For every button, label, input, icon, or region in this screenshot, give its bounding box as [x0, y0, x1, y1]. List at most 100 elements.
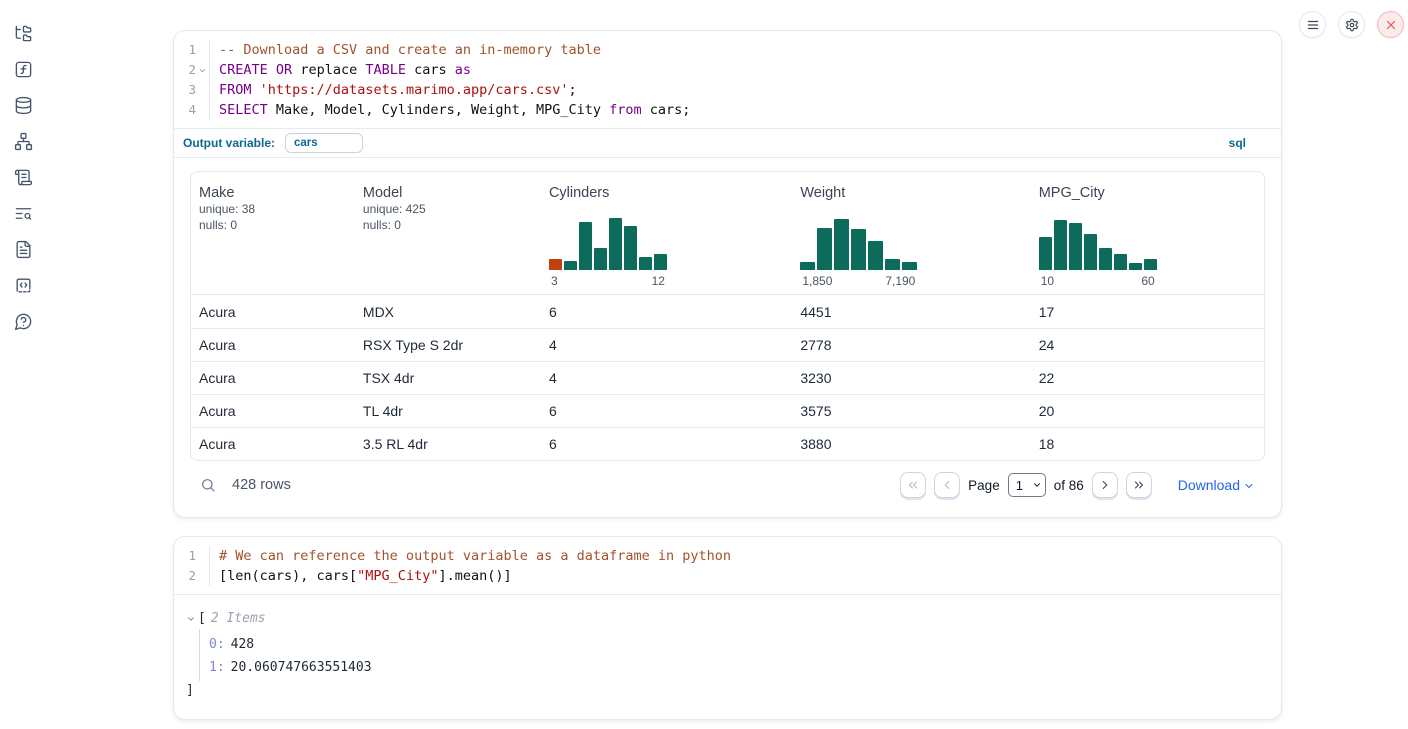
hist-bar: [624, 226, 637, 270]
table-cell: 6: [541, 304, 792, 320]
next-page-button[interactable]: [1092, 472, 1118, 498]
table-cell: Acura: [191, 304, 355, 320]
python-code-editor[interactable]: 1# We can reference the output variable …: [174, 537, 1281, 594]
database-icon[interactable]: [13, 95, 33, 115]
table-cell: 22: [1031, 370, 1264, 386]
sql-code-editor[interactable]: 1-- Download a CSV and create an in-memo…: [174, 31, 1281, 128]
line-number: 2: [174, 566, 196, 586]
hist-bar: [549, 259, 562, 270]
table-cell: 3575: [792, 403, 1030, 419]
hist-bar: [851, 229, 866, 270]
chevron-left-icon: [940, 478, 954, 492]
table-row[interactable]: AcuraTSX 4dr4323022: [191, 361, 1264, 394]
code-line[interactable]: 3FROM 'https://datasets.marimo.app/cars.…: [174, 80, 1281, 100]
prev-page-button[interactable]: [934, 472, 960, 498]
sql-cell: 1 -- Download a CSV and create an in-memo…: [173, 30, 1282, 518]
code-line[interactable]: 4SELECT Make, Model, Cylinders, Weight, …: [174, 100, 1281, 120]
hist-min-label: 10: [1041, 274, 1054, 288]
table-cell: 6: [541, 403, 792, 419]
column-histogram: 10 60: [1039, 218, 1256, 288]
search-icon[interactable]: [200, 477, 216, 493]
tree-close-bracket: ]: [186, 681, 1265, 701]
settings-button[interactable]: [1338, 11, 1365, 38]
page-select[interactable]: 1: [1008, 473, 1046, 497]
last-page-button[interactable]: [1126, 472, 1152, 498]
code-line[interactable]: 1-- Download a CSV and create an in-memo…: [174, 40, 1281, 60]
hist-bar: [579, 222, 592, 270]
fold-spacer: [196, 546, 209, 566]
line-number: 3: [174, 80, 196, 100]
page-label: Page: [968, 478, 1000, 493]
code-text: CREATE OR replace TABLE cars as: [209, 60, 471, 80]
menu-button[interactable]: [1299, 11, 1326, 38]
snippets-document-icon[interactable]: [13, 239, 33, 259]
shutdown-button[interactable]: [1377, 11, 1404, 38]
table-row[interactable]: AcuraTL 4dr6357520: [191, 394, 1264, 427]
table-row[interactable]: Acura3.5 RL 4dr6388018: [191, 427, 1264, 460]
logs-scroll-icon[interactable]: [13, 167, 33, 187]
file-tree-icon[interactable]: [13, 23, 33, 43]
left-sidebar: [0, 0, 46, 729]
column-stat: unique: 425: [363, 201, 533, 217]
code-line[interactable]: 2 CREATE OR replace TABLE cars as: [174, 60, 1281, 80]
hist-min-label: 3: [551, 274, 558, 288]
help-chat-icon[interactable]: [13, 311, 33, 331]
first-page-button[interactable]: [900, 472, 926, 498]
table-cell: 2778: [792, 337, 1030, 353]
python-cell: 1# We can reference the output variable …: [173, 536, 1282, 720]
column-header: Modelunique: 425nulls: 0: [355, 172, 541, 294]
fold-chevron-icon[interactable]: [196, 60, 209, 80]
tree-collapse-icon[interactable]: [186, 614, 196, 624]
text-search-icon[interactable]: [13, 203, 33, 223]
hist-bar: [639, 257, 652, 270]
column-header: MPG_City1060: [1031, 172, 1264, 294]
hist-bar: [902, 262, 917, 270]
code-line[interactable]: 1# We can reference the output variable …: [174, 546, 1281, 566]
hist-bar: [1144, 259, 1157, 270]
hist-max-label: 60: [1141, 274, 1154, 288]
table-body: AcuraMDX6445117AcuraRSX Type S 2dr427782…: [191, 295, 1264, 460]
table-cell: 4: [541, 337, 792, 353]
hist-max-label: 12: [652, 274, 665, 288]
line-number: 2: [174, 60, 196, 80]
code-text: -- Download a CSV and create an in-memor…: [209, 40, 601, 60]
output-variable-input[interactable]: [285, 133, 363, 153]
scratchpad-code-icon[interactable]: [13, 275, 33, 295]
histogram-bars: [1039, 218, 1157, 270]
menu-icon: [1306, 18, 1320, 32]
histogram-bars: [800, 218, 917, 270]
language-badge: sql: [1229, 136, 1246, 150]
download-button[interactable]: Download: [1178, 477, 1255, 493]
fold-spacer: [196, 80, 209, 100]
code-text: [len(cars), cars["MPG_City"].mean()]: [209, 566, 512, 586]
hist-bar: [1129, 263, 1142, 270]
code-line[interactable]: 2 [len(cars), cars["MPG_City"].mean()]: [174, 566, 1281, 586]
code-text: SELECT Make, Model, Cylinders, Weight, M…: [209, 100, 690, 120]
hist-bar: [1099, 248, 1112, 270]
column-title: Weight: [800, 185, 1022, 201]
function-square-icon[interactable]: [13, 59, 33, 79]
table-cell: Acura: [191, 337, 355, 353]
table-row[interactable]: AcuraMDX6445117: [191, 295, 1264, 328]
histogram-bars: [549, 218, 667, 270]
column-histogram: 3 12: [549, 218, 784, 288]
code-text: # We can reference the output variable a…: [209, 546, 731, 566]
hist-bar: [594, 248, 607, 270]
hist-min-label: 1,850: [802, 274, 832, 288]
tree-items: 0:428 1:20.060747663551403: [199, 629, 1265, 681]
table-row[interactable]: AcuraRSX Type S 2dr4277824: [191, 328, 1264, 361]
column-stat: nulls: 0: [199, 217, 347, 233]
table-cell: 20: [1031, 403, 1264, 419]
column-title: Model: [363, 185, 533, 201]
notebook-main: 1 -- Download a CSV and create an in-memo…: [173, 0, 1282, 720]
table-cell: RSX Type S 2dr: [355, 337, 541, 353]
table-cell: 17: [1031, 304, 1264, 320]
close-icon: [1384, 18, 1398, 32]
hist-bar: [834, 219, 849, 270]
hist-bar: [1054, 220, 1067, 270]
tree-items-count: 2 Items: [211, 609, 266, 629]
dependency-graph-icon[interactable]: [13, 131, 33, 151]
python-cell-output: [ 2 Items 0:428 1:20.060747663551403 ]: [174, 594, 1281, 719]
table-header: Makeunique: 38nulls: 0Modelunique: 425nu…: [191, 172, 1264, 295]
hist-bar: [1069, 223, 1082, 270]
